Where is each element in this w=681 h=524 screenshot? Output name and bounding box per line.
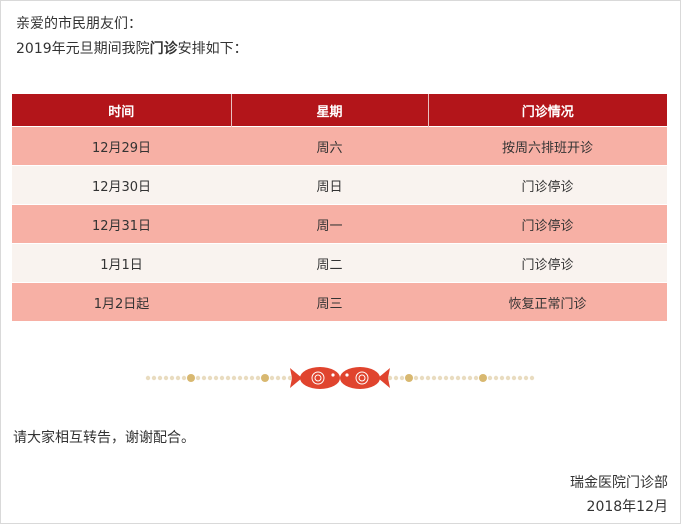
cell-date: 1月2日起: [12, 282, 231, 321]
table-row: 12月29日 周六 按周六排班开诊: [12, 126, 667, 166]
table-row: 12月30日 周日 门诊停诊: [12, 165, 667, 205]
header-time: 时间: [12, 94, 232, 127]
table-row: 1月1日 周二 门诊停诊: [12, 243, 667, 283]
intro-text: 亲爱的市民朋友们： 2019年元旦期间我院门诊安排如下：: [16, 12, 248, 62]
announcement-suffix: 安排如下：: [177, 41, 248, 57]
table-row: 1月2日起 周三 恢复正常门诊: [12, 282, 667, 321]
cell-date: 12月29日: [12, 126, 231, 166]
announcement-bold: 门诊: [149, 41, 178, 57]
cell-weekday: 周六: [231, 126, 428, 166]
cell-weekday: 周三: [231, 282, 428, 321]
cell-date: 1月1日: [12, 243, 231, 283]
signature-department: 瑞金医院门诊部: [570, 475, 668, 491]
signature-date: 2018年12月: [586, 499, 668, 515]
notice-text: 请大家相互转告，谢谢配合。: [13, 430, 195, 446]
cell-status: 门诊停诊: [428, 165, 667, 205]
twin-fish-ornament-icon: [145, 367, 535, 389]
table-row: 12月31日 周一 门诊停诊: [12, 204, 667, 244]
table-header-row: 时间 星期 门诊情况: [12, 94, 667, 127]
cell-status: 按周六排班开诊: [428, 126, 667, 166]
schedule-table: 时间 星期 门诊情况 12月29日 周六 按周六排班开诊 12月30日 周日 门…: [12, 94, 667, 321]
greeting: 亲爱的市民朋友们：: [16, 16, 142, 32]
announcement-line: 2019年元旦期间我院门诊安排如下：: [16, 37, 248, 62]
announcement-prefix: 2019年元旦期间我院: [16, 41, 150, 57]
cell-status: 门诊停诊: [428, 204, 667, 244]
header-weekday: 星期: [231, 94, 429, 127]
cell-weekday: 周二: [231, 243, 428, 283]
cell-status: 恢复正常门诊: [428, 282, 667, 321]
cell-date: 12月30日: [12, 165, 231, 205]
cell-weekday: 周一: [231, 204, 428, 244]
signature: 瑞金医院门诊部 2018年12月: [570, 471, 668, 519]
cell-status: 门诊停诊: [428, 243, 667, 283]
header-status: 门诊情况: [428, 94, 667, 127]
cell-weekday: 周日: [231, 165, 428, 205]
cell-date: 12月31日: [12, 204, 231, 244]
